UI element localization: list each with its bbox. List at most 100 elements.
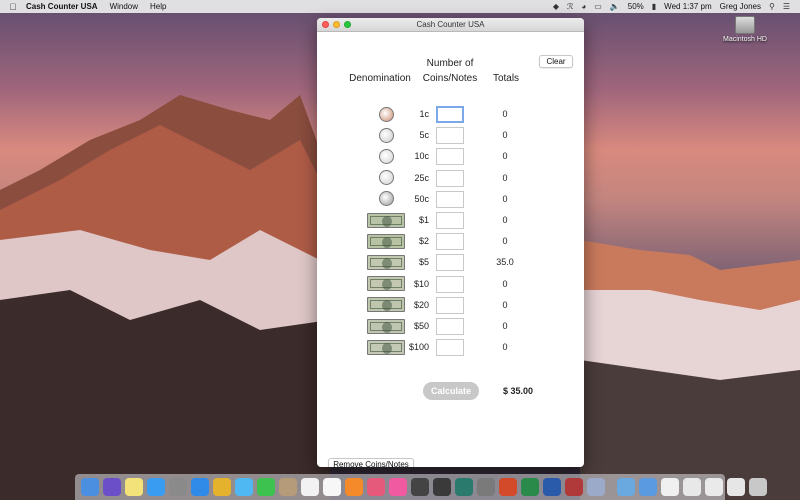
quantity-input[interactable] [436, 190, 464, 208]
launchpad-icon[interactable] [169, 478, 187, 496]
airplay-icon[interactable]: ▭ [594, 2, 602, 11]
reminders-icon[interactable] [323, 478, 341, 496]
denomination-row: $50 0 [317, 317, 584, 335]
powerpoint-icon[interactable] [499, 478, 517, 496]
banknote-icon [367, 212, 405, 228]
finder-icon[interactable] [81, 478, 99, 496]
quantity-input[interactable] [436, 212, 464, 229]
quantity-input[interactable] [436, 169, 464, 187]
denomination-header: Denomination [349, 73, 411, 84]
itunes-icon[interactable] [389, 478, 407, 496]
folder-icon[interactable] [617, 478, 635, 496]
safari-icon[interactable] [191, 478, 209, 496]
minimize-icon[interactable] [333, 21, 340, 28]
quantity-input[interactable] [436, 339, 464, 357]
excel-icon[interactable] [521, 478, 539, 496]
banknote-icon [367, 339, 405, 355]
denomination-row: $100 0 [317, 338, 584, 357]
close-icon[interactable] [322, 21, 329, 28]
facetime-icon[interactable] [257, 478, 275, 496]
row-total: 0 [502, 342, 508, 353]
messages-icon[interactable] [235, 478, 253, 496]
notes-icon[interactable] [125, 478, 143, 496]
denomination-label: $50 [413, 321, 429, 331]
chrome-icon[interactable] [213, 478, 231, 496]
denomination-image [366, 253, 406, 271]
row-total: 0 [502, 151, 508, 162]
window-menu[interactable]: Window [110, 2, 138, 11]
clear-button[interactable]: Clear [539, 55, 573, 68]
denomination-image [366, 126, 406, 144]
document-4-icon[interactable] [727, 478, 745, 496]
dropbox-icon[interactable]: ◆ [553, 2, 559, 11]
number-header-line1: Number of [426, 58, 474, 69]
denomination-row: $1 0 [317, 211, 584, 229]
calendar-icon[interactable] [301, 478, 319, 496]
denomination-image [366, 169, 406, 187]
remove-coins-notes-button[interactable]: Remove Coins/Notes [328, 458, 414, 467]
app-store-icon[interactable] [147, 478, 165, 496]
denomination-label: $10 [413, 278, 429, 289]
trash-icon[interactable] [749, 478, 767, 496]
denomination-image [366, 338, 406, 356]
row-total: 0 [502, 215, 508, 225]
row-total: 0 [502, 109, 508, 119]
document-icon[interactable] [661, 478, 679, 496]
denomination-image [366, 317, 406, 335]
quantity-input[interactable] [436, 127, 464, 145]
help-menu[interactable]: Help [150, 2, 166, 11]
banknote-icon [367, 254, 405, 270]
row-total: 0 [502, 193, 508, 204]
denomination-image [366, 190, 406, 208]
volume-icon[interactable]: 🔈 [610, 2, 620, 11]
downloads-icon[interactable] [639, 478, 657, 496]
zoom-icon[interactable] [344, 21, 351, 28]
menu-bar:  Cash Counter USA Window Help ◆ ℛ ◕ ▭ 🔈… [0, 0, 800, 13]
banknote-icon [367, 318, 405, 334]
coin-icon [378, 148, 394, 164]
denomination-label: 1c [419, 109, 429, 119]
row-total: 0 [502, 172, 508, 183]
quantity-input[interactable] [436, 148, 464, 166]
ibooks-icon[interactable] [345, 478, 363, 496]
status-area: ◆ ℛ ◕ ▭ 🔈 50% ▮ Wed 1:37 pm Greg Jones ⚲… [553, 2, 800, 11]
document-3-icon[interactable] [705, 478, 723, 496]
quantity-input[interactable] [436, 233, 464, 251]
quantity-input[interactable] [436, 275, 464, 293]
preview-icon[interactable] [587, 478, 605, 496]
row-total: 35.0 [496, 257, 514, 268]
word-icon[interactable] [543, 478, 561, 496]
photos-icon[interactable] [367, 478, 385, 496]
wifi-icon[interactable]: ◕ [581, 2, 586, 11]
battery-percent[interactable]: 50% [628, 2, 644, 11]
calculator-icon[interactable] [433, 478, 451, 496]
user-name[interactable]: Greg Jones [720, 2, 761, 11]
apple-menu-icon[interactable]:  [0, 2, 26, 12]
number-header-line2: Coins/Notes [422, 73, 478, 84]
quantity-input[interactable] [436, 254, 464, 272]
contacts-icon[interactable] [279, 478, 297, 496]
coin-icon [378, 191, 394, 207]
flag-app-icon[interactable] [565, 478, 583, 496]
time-machine-icon[interactable] [455, 478, 473, 496]
window-title: Cash Counter USA [416, 20, 485, 29]
denomination-label: $20 [413, 299, 429, 310]
title-bar[interactable]: Cash Counter USA [317, 18, 584, 32]
bluetooth-icon[interactable]: ℛ [567, 2, 573, 11]
macintosh-hd[interactable]: Macintosh HD [720, 16, 770, 43]
battery-icon[interactable]: ▮ [652, 2, 656, 11]
quantity-input[interactable] [436, 318, 464, 335]
banknote-icon [367, 276, 405, 292]
search-icon[interactable]: ⚲ [769, 2, 775, 11]
system-prefs-icon[interactable] [477, 478, 495, 496]
denomination-label: $1 [418, 215, 429, 225]
app-menu[interactable]: Cash Counter USA [26, 2, 98, 11]
document-2-icon[interactable] [683, 478, 701, 496]
quantity-input[interactable] [436, 106, 464, 123]
movie-icon[interactable] [411, 478, 429, 496]
notification-center-icon[interactable]: ☰ [783, 2, 790, 11]
calculate-button[interactable]: Calculate [423, 382, 479, 400]
quantity-input[interactable] [436, 296, 464, 314]
clock[interactable]: Wed 1:37 pm [664, 2, 711, 11]
siri-icon[interactable] [103, 478, 121, 496]
